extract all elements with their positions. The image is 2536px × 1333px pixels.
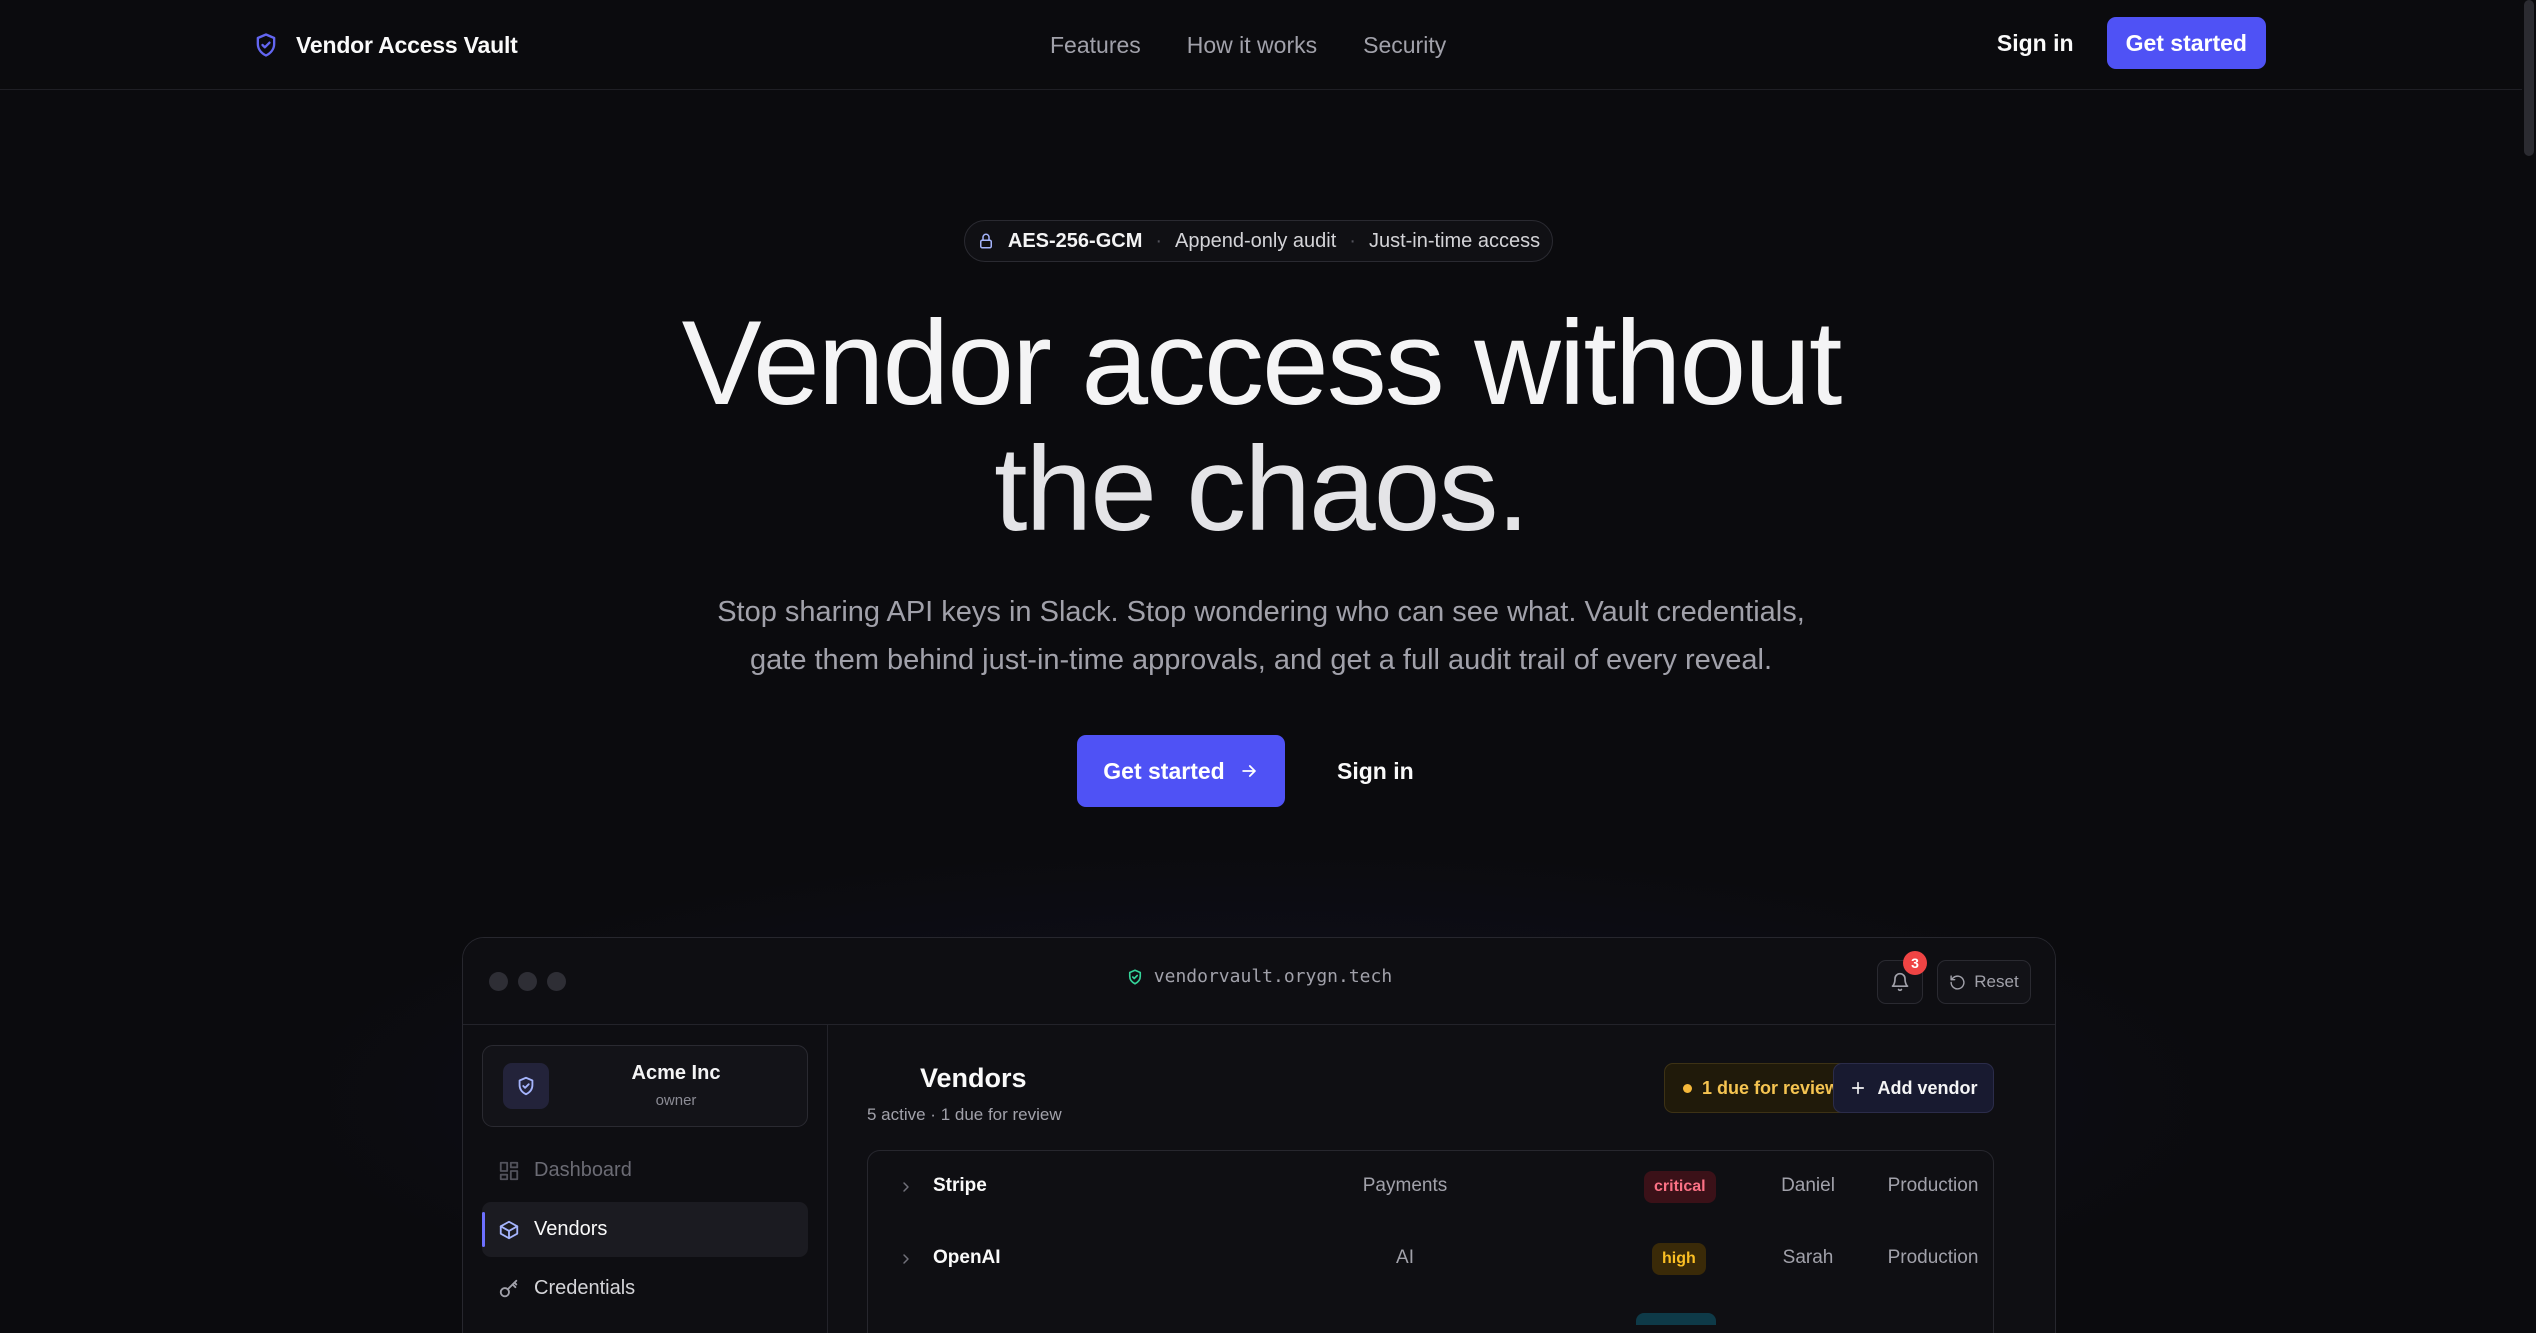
vendor-name: Stripe (933, 1175, 987, 1196)
address-bar: vendorvault.orygn.tech (463, 966, 2055, 987)
nav-get-started-button[interactable]: Get started (2106, 17, 2266, 69)
url-text: vendorvault.orygn.tech (1153, 966, 1393, 987)
hero-title-line1: Vendor access without (681, 296, 1843, 430)
hero-signin-button[interactable]: Sign in (1337, 758, 1414, 785)
shield-icon (252, 31, 280, 59)
vendor-name: OpenAI (933, 1247, 1001, 1268)
nav-signin-link[interactable]: Sign in (1997, 30, 2074, 57)
scrollbar-thumb[interactable] (2524, 0, 2534, 156)
risk-badge: high (1652, 1243, 1706, 1275)
vendor-category: AI (1396, 1247, 1414, 1268)
window-titlebar: vendorvault.orygn.tech 3 Reset (463, 938, 2055, 1025)
plus-icon (1849, 1079, 1867, 1097)
shield-check-icon (1126, 968, 1144, 986)
hero-subtitle-line1: Stop sharing API keys in Slack. Stop won… (717, 596, 1805, 628)
pill-separator: · (1349, 229, 1356, 252)
page-title: Vendors (920, 1063, 1027, 1093)
vendors-panel: Vendors 5 active · 1 due for review 1 du… (829, 1025, 2055, 1333)
hero-subtitle: Stop sharing API keys in Slack. Stop won… (0, 588, 2522, 684)
bell-icon (1890, 972, 1910, 992)
hero-get-started-button[interactable]: Get started (1077, 735, 1285, 807)
chevron-right-icon[interactable] (898, 1179, 914, 1195)
vendor-environment: Production (1887, 1247, 1979, 1268)
reset-button[interactable]: Reset (1937, 960, 2031, 1004)
sidebar-item-label: Credentials (534, 1277, 636, 1299)
vendors-table: Stripe Payments critical Daniel Producti… (867, 1150, 1994, 1333)
hero-subtitle-line2: gate them behind just-in-time approvals,… (750, 644, 1772, 676)
top-nav: Vendor Access Vault Features How it work… (0, 0, 2536, 90)
hero-get-started-label: Get started (1103, 757, 1225, 784)
chevron-right-icon[interactable] (898, 1251, 914, 1267)
sidebar-item-credentials[interactable]: Credentials (482, 1261, 808, 1316)
sidebar-item-label: Vendors (534, 1218, 608, 1240)
org-role: owner (655, 1092, 697, 1109)
table-row[interactable]: OpenAI AI high Sarah Production (868, 1223, 1993, 1295)
org-shield-icon (503, 1063, 549, 1109)
app-preview-window: vendorvault.orygn.tech 3 Reset Acme Inc … (462, 937, 2056, 1333)
pill-item-audit: Append-only audit (1175, 229, 1337, 252)
brand-logo[interactable]: Vendor Access Vault (252, 26, 518, 64)
vendor-owner: Sarah (1782, 1247, 1834, 1268)
rotate-ccw-icon (1949, 974, 1966, 991)
pill-item-encryption: AES-256-GCM (1007, 229, 1143, 252)
lock-icon (977, 232, 995, 250)
sidebar-item-label: Dashboard (534, 1159, 632, 1181)
reset-label: Reset (1974, 972, 2019, 991)
pill-item-jit: Just-in-time access (1368, 229, 1541, 252)
hero-title: Vendor access without the chaos. (0, 300, 2522, 552)
status-dot-icon (1683, 1083, 1692, 1093)
brand-name: Vendor Access Vault (296, 31, 518, 58)
box-icon (498, 1219, 520, 1241)
hero-cta-row: Get started Sign in (1077, 735, 1414, 807)
feature-pill: AES-256-GCM · Append-only audit · Just-i… (964, 220, 1553, 262)
app-sidebar: Acme Inc owner Dashboard Vendors Credent… (463, 1025, 828, 1333)
nav-actions: Sign in Get started (1997, 17, 2266, 69)
due-for-review-label: 1 due for review (1702, 1077, 1840, 1098)
hero-title-line2: the chaos. (994, 422, 1530, 556)
nav-link-features[interactable]: Features (1050, 32, 1141, 59)
sidebar-item-dashboard[interactable]: Dashboard (482, 1143, 808, 1198)
sidebar-item-vendors[interactable]: Vendors (482, 1202, 808, 1257)
org-switcher[interactable]: Acme Inc owner (482, 1045, 808, 1127)
pill-separator: · (1155, 229, 1163, 252)
risk-badge: critical (1644, 1171, 1716, 1203)
add-vendor-button[interactable]: Add vendor (1833, 1063, 1994, 1113)
nav-links: Features How it works Security (1050, 26, 1446, 64)
nav-link-how-it-works[interactable]: How it works (1187, 32, 1317, 59)
org-name: Acme Inc (631, 1062, 721, 1084)
scrollbar[interactable] (2522, 0, 2536, 1333)
vendor-owner: Daniel (1781, 1175, 1835, 1196)
due-for-review-badge[interactable]: 1 due for review (1664, 1063, 1859, 1113)
risk-badge-partial (1636, 1313, 1716, 1325)
notification-count-badge: 3 (1903, 951, 1927, 975)
nav-link-security[interactable]: Security (1363, 32, 1446, 59)
key-icon (498, 1278, 520, 1300)
vendor-category: Payments (1362, 1175, 1448, 1196)
add-vendor-label: Add vendor (1877, 1077, 1978, 1098)
page-subtitle: 5 active · 1 due for review (867, 1105, 1062, 1124)
arrow-right-icon (1239, 761, 1259, 781)
vendor-environment: Production (1887, 1175, 1979, 1196)
table-row[interactable]: Stripe Payments critical Daniel Producti… (868, 1151, 1993, 1223)
grid-icon (498, 1160, 520, 1182)
